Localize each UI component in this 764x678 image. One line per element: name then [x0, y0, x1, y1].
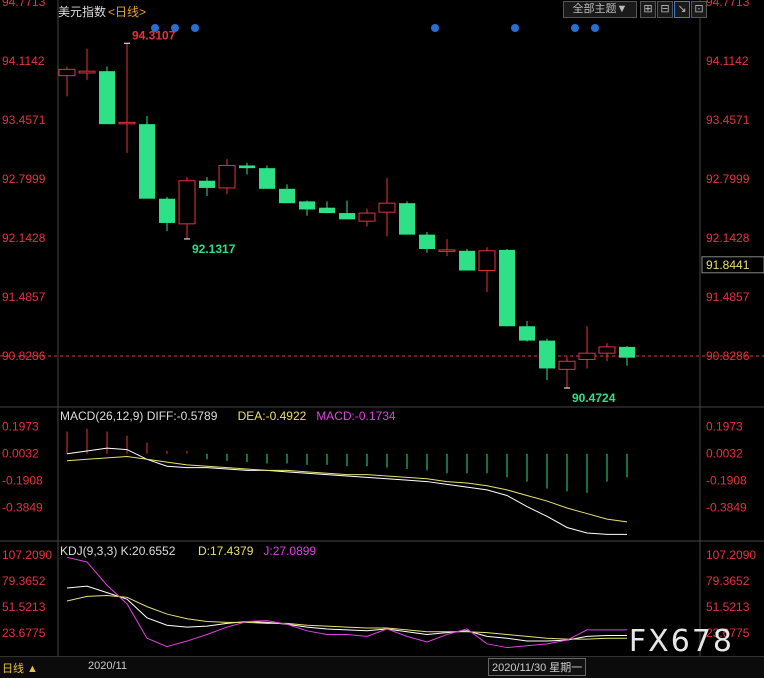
candle-body	[598, 346, 616, 354]
cursor-date-label: 2020/11/30 星期一	[488, 658, 587, 676]
month-label: 2020/11	[88, 660, 127, 672]
tool-button-4[interactable]: ⊡	[691, 1, 707, 18]
candle-body	[239, 165, 255, 169]
macd-tick-right: 0.0032	[706, 446, 743, 460]
price-tick-right: 92.7999	[706, 172, 750, 186]
kdj-tick-right: 51.5213	[706, 600, 750, 614]
candle-body	[619, 346, 635, 358]
kdj-tick-left: 107.2090	[2, 548, 52, 562]
extreme-price-label: 92.1317	[192, 242, 236, 256]
candle-body	[58, 68, 76, 77]
candle-body	[478, 250, 496, 272]
event-marker-dot	[431, 24, 439, 32]
candle-body	[339, 213, 355, 220]
theme-select-button[interactable]: 全部主题▼	[563, 1, 637, 18]
instrument-title: 美元指数	[58, 5, 107, 19]
event-marker-dot	[191, 24, 199, 32]
candle-body	[218, 164, 236, 189]
tool-button-2[interactable]: ⊟	[657, 1, 673, 18]
kdj-tick-left: 23.6775	[2, 626, 46, 640]
kdj-legend-label: J:27.0899	[263, 544, 316, 558]
candle-body	[259, 168, 275, 189]
price-tick-right: 94.7713	[706, 0, 750, 9]
candle-body	[519, 326, 535, 341]
price-tick-right: 91.4857	[706, 290, 750, 304]
candle-body	[139, 124, 155, 199]
candle-body	[178, 180, 196, 225]
kdj-tick-right: 107.2090	[706, 548, 756, 562]
period-selector[interactable]: <日线>	[108, 3, 146, 20]
kdj-k-line	[66, 585, 627, 642]
event-marker-dot	[591, 24, 599, 32]
kdj-legend-label: KDJ(9,3,3) K:20.6552	[60, 544, 176, 558]
chart-canvas: 94.7713 94.7713 94.1142 94.1142 93.4571 93.45…	[0, 0, 764, 656]
macd-tick-left: -0.3849	[2, 500, 43, 514]
kdj-d-line	[66, 594, 627, 640]
price-tick-right: 93.4571	[706, 113, 750, 127]
candle-body	[99, 71, 115, 125]
chart-stage: 94.7713 94.7713 94.1142 94.1142 93.4571 93.45…	[0, 0, 764, 678]
extreme-price-label: 94.3107	[132, 28, 176, 42]
macd-legend-label: MACD(26,12,9) DIFF:-0.5789	[60, 409, 218, 423]
candle-body	[358, 212, 376, 222]
kdj-tick-right: 79.3652	[706, 574, 750, 588]
kdj-j-line	[66, 556, 627, 649]
candle-body	[199, 180, 215, 188]
tool-button-3[interactable]: ↘	[674, 1, 690, 18]
watermark-logo: FX678	[628, 624, 734, 659]
candle-body	[539, 340, 555, 369]
candle-body	[558, 360, 576, 370]
candle-body	[279, 188, 295, 204]
macd-tick-left: 0.1973	[2, 419, 39, 433]
price-tick-right: 92.1428	[706, 231, 750, 245]
price-tick-left: 94.1142	[2, 54, 45, 68]
candle-body	[399, 203, 415, 235]
event-marker-dot	[571, 24, 579, 32]
candle-body	[419, 234, 435, 249]
macd-tick-right: -0.1908	[706, 473, 747, 487]
macd-tick-right: 0.1973	[706, 419, 743, 433]
price-tick-left: 93.4571	[2, 113, 46, 127]
kdj-tick-left: 79.3652	[2, 574, 46, 588]
candle-body	[319, 207, 335, 214]
price-tick-right: 94.1142	[706, 54, 749, 68]
price-tick-left: 92.7999	[2, 172, 46, 186]
macd-legend-label: MACD:-0.1734	[316, 409, 396, 423]
candle-body	[459, 250, 475, 271]
tool-button-1[interactable]: ⊞	[640, 1, 656, 18]
macd-tick-left: -0.1908	[2, 473, 43, 487]
candle-body	[378, 202, 396, 213]
price-tick-left: 94.7713	[2, 0, 46, 9]
extreme-price-label: 90.4724	[572, 391, 616, 405]
period-toggle[interactable]: 日线 ▲	[2, 660, 38, 676]
candle-body	[299, 201, 315, 210]
macd-tick-left: 0.0032	[2, 446, 39, 460]
candle-body	[438, 249, 456, 252]
footer-bar: 日线 ▲ 2020/11 2020/11/30 星期一	[0, 656, 764, 678]
kdj-legend-label: D:17.4379	[198, 544, 254, 558]
candle-body	[578, 352, 596, 360]
current-price-label: 91.8441	[706, 258, 750, 272]
price-tick-left: 92.1428	[2, 231, 46, 245]
candle-body	[159, 198, 175, 223]
macd-tick-right: -0.3849	[706, 500, 747, 514]
price-tick-left: 91.4857	[2, 290, 46, 304]
macd-dea-line	[66, 456, 628, 523]
kdj-tick-left: 51.5213	[2, 600, 46, 614]
candle-body	[78, 70, 96, 74]
candle-body	[118, 121, 136, 125]
candle-body	[499, 249, 515, 327]
event-marker-dot	[511, 24, 519, 32]
macd-legend-label: DEA:-0.4922	[238, 409, 307, 423]
